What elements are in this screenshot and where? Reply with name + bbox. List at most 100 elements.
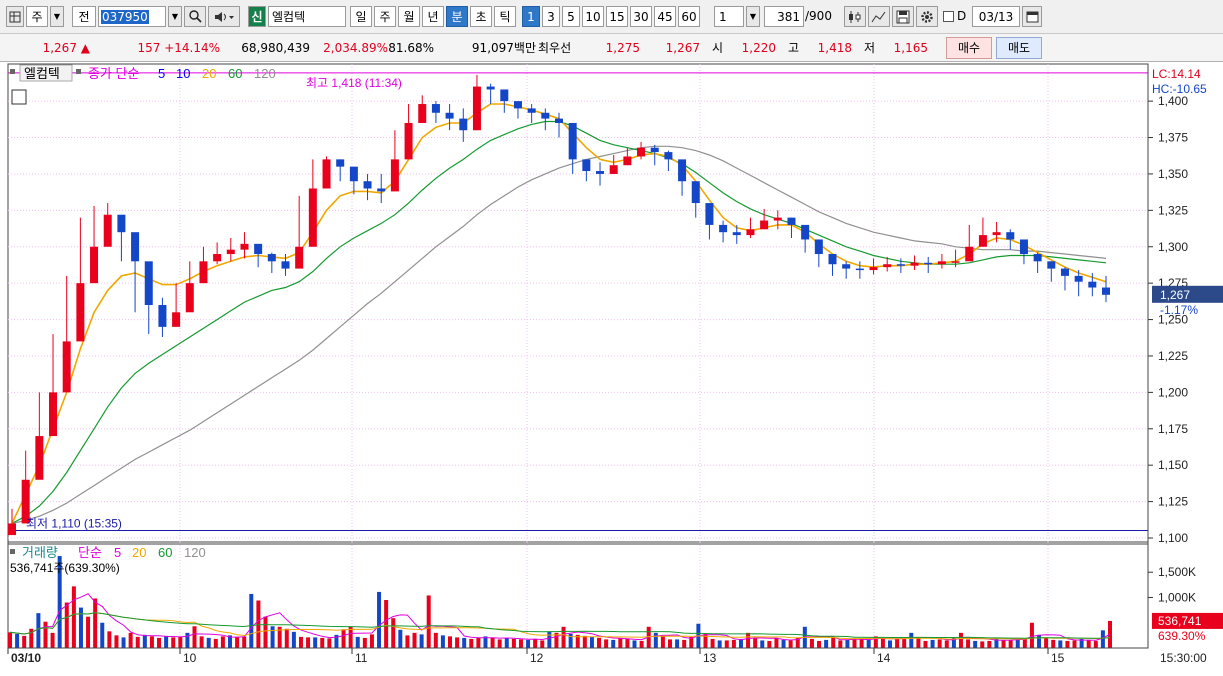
market-dropdown-icon[interactable]: ▼ [50, 6, 64, 27]
y-tick-label: 1,325 [1158, 203, 1188, 217]
candle-icon[interactable] [844, 6, 866, 27]
candle-body [1019, 239, 1028, 255]
volume-bar [902, 638, 907, 648]
interval-button-1[interactable]: 1 [522, 6, 540, 27]
volume-bar [767, 640, 772, 648]
interval-button-30[interactable]: 30 [630, 6, 652, 27]
volume-bar [36, 613, 41, 648]
best-bid: 1,267 [665, 41, 700, 55]
volume-bar [660, 635, 665, 648]
candle-body [705, 203, 714, 225]
low-price: 1,165 [893, 41, 928, 55]
stock-code-input[interactable]: 037950 [98, 6, 166, 27]
candle-body [144, 261, 153, 305]
volume-bar [717, 640, 722, 648]
volume-bar [107, 631, 112, 648]
x-tick-label: 12 [530, 651, 544, 665]
y-tick-label: 1,200 [1158, 385, 1188, 399]
period-second-button[interactable]: 초 [470, 6, 492, 27]
period-day-button[interactable]: 일 [350, 6, 372, 27]
prev-button[interactable]: 전 [72, 6, 96, 27]
volume-bar [724, 640, 729, 648]
candle-body [801, 224, 810, 240]
stock-name[interactable]: 엘컴텍 [268, 6, 346, 27]
market-selector[interactable]: 주 [26, 6, 48, 27]
period-week-button[interactable]: 주 [374, 6, 396, 27]
interval-select[interactable]: 1 [714, 6, 744, 27]
interval-button-15[interactable]: 15 [606, 6, 628, 27]
period-minute-button[interactable]: 분 [446, 6, 468, 27]
volume-bar [128, 632, 133, 648]
volume-bar [8, 632, 12, 648]
vol-tick-label: 1,500K [1158, 565, 1196, 579]
candle-body [35, 436, 44, 480]
date-input[interactable]: 03/13 [972, 6, 1020, 27]
interval-button-5[interactable]: 5 [562, 6, 580, 27]
volume-bar [469, 638, 474, 648]
volume-bar [1022, 638, 1027, 648]
candle-body [240, 243, 249, 250]
legend-ma-marker [76, 69, 81, 74]
candle-body [1060, 268, 1069, 276]
count-total: /900 [805, 9, 832, 23]
volume-bar [157, 637, 162, 648]
candle-body [295, 246, 304, 269]
candle-body [937, 261, 946, 265]
interval-button-3[interactable]: 3 [542, 6, 560, 27]
volume-bar [781, 639, 786, 648]
high-price: 1,418 [817, 41, 852, 55]
volume-bar [242, 636, 247, 648]
period-year-button[interactable]: 년 [422, 6, 444, 27]
volume-bar [561, 626, 566, 648]
search-icon[interactable] [184, 6, 206, 27]
volume-bar [64, 602, 69, 648]
low-annotation: 최저 1,110 (15:35) [26, 516, 122, 530]
save-icon[interactable] [892, 6, 914, 27]
volume-bar [185, 632, 190, 648]
volume-bar [263, 616, 268, 648]
x-tick-label: 15 [1051, 651, 1065, 665]
candle-body [691, 181, 700, 204]
volume-bar [504, 638, 509, 648]
volume-bar [937, 639, 942, 648]
interval-button-10[interactable]: 10 [582, 6, 604, 27]
chart-layout-icon[interactable] [6, 6, 24, 27]
candle-body [103, 214, 112, 247]
candle-body [117, 214, 126, 233]
price-volume-chart[interactable]: 1,4001,3751,3501,3251,3001,2751,2501,225… [0, 62, 1223, 676]
date-checkbox[interactable] [943, 11, 954, 25]
interval-dropdown-icon[interactable]: ▼ [746, 6, 760, 27]
vol-current-tag: 536,741 [1158, 614, 1202, 628]
open-price: 1,220 [741, 41, 776, 55]
interval-button-45[interactable]: 45 [654, 6, 676, 27]
calendar-icon[interactable] [1022, 6, 1042, 27]
sound-icon[interactable] [208, 6, 240, 27]
volume-bar [384, 600, 389, 648]
code-dropdown-icon[interactable]: ▼ [168, 6, 182, 27]
high-annotation: 최고 1,418 (11:34) [306, 76, 402, 90]
volume-bar [526, 639, 531, 648]
gear-icon[interactable] [916, 6, 938, 27]
candle-body [965, 246, 974, 262]
draw-icon[interactable] [868, 6, 890, 27]
candle-body [637, 147, 646, 157]
period-month-button[interactable]: 월 [398, 6, 420, 27]
candle-body [1088, 281, 1097, 288]
candle-body [158, 305, 167, 327]
period-tick-button[interactable]: 틱 [494, 6, 516, 27]
candle-body [49, 392, 58, 437]
volume-bar [391, 618, 396, 648]
interval-button-60[interactable]: 60 [678, 6, 700, 27]
buy-button[interactable]: 매수 [946, 37, 992, 59]
candle-body [732, 232, 741, 236]
volume-bar [1015, 639, 1020, 648]
count-input[interactable]: 381 [764, 6, 804, 27]
volume-bar [639, 640, 644, 648]
x-tick-label: 13 [703, 651, 717, 665]
sell-button[interactable]: 매도 [996, 37, 1042, 59]
volume-bar [518, 639, 523, 648]
candle-body [787, 217, 796, 225]
volume-bar [1008, 639, 1013, 648]
volume-bar [284, 628, 289, 648]
volume-bar [675, 639, 680, 648]
